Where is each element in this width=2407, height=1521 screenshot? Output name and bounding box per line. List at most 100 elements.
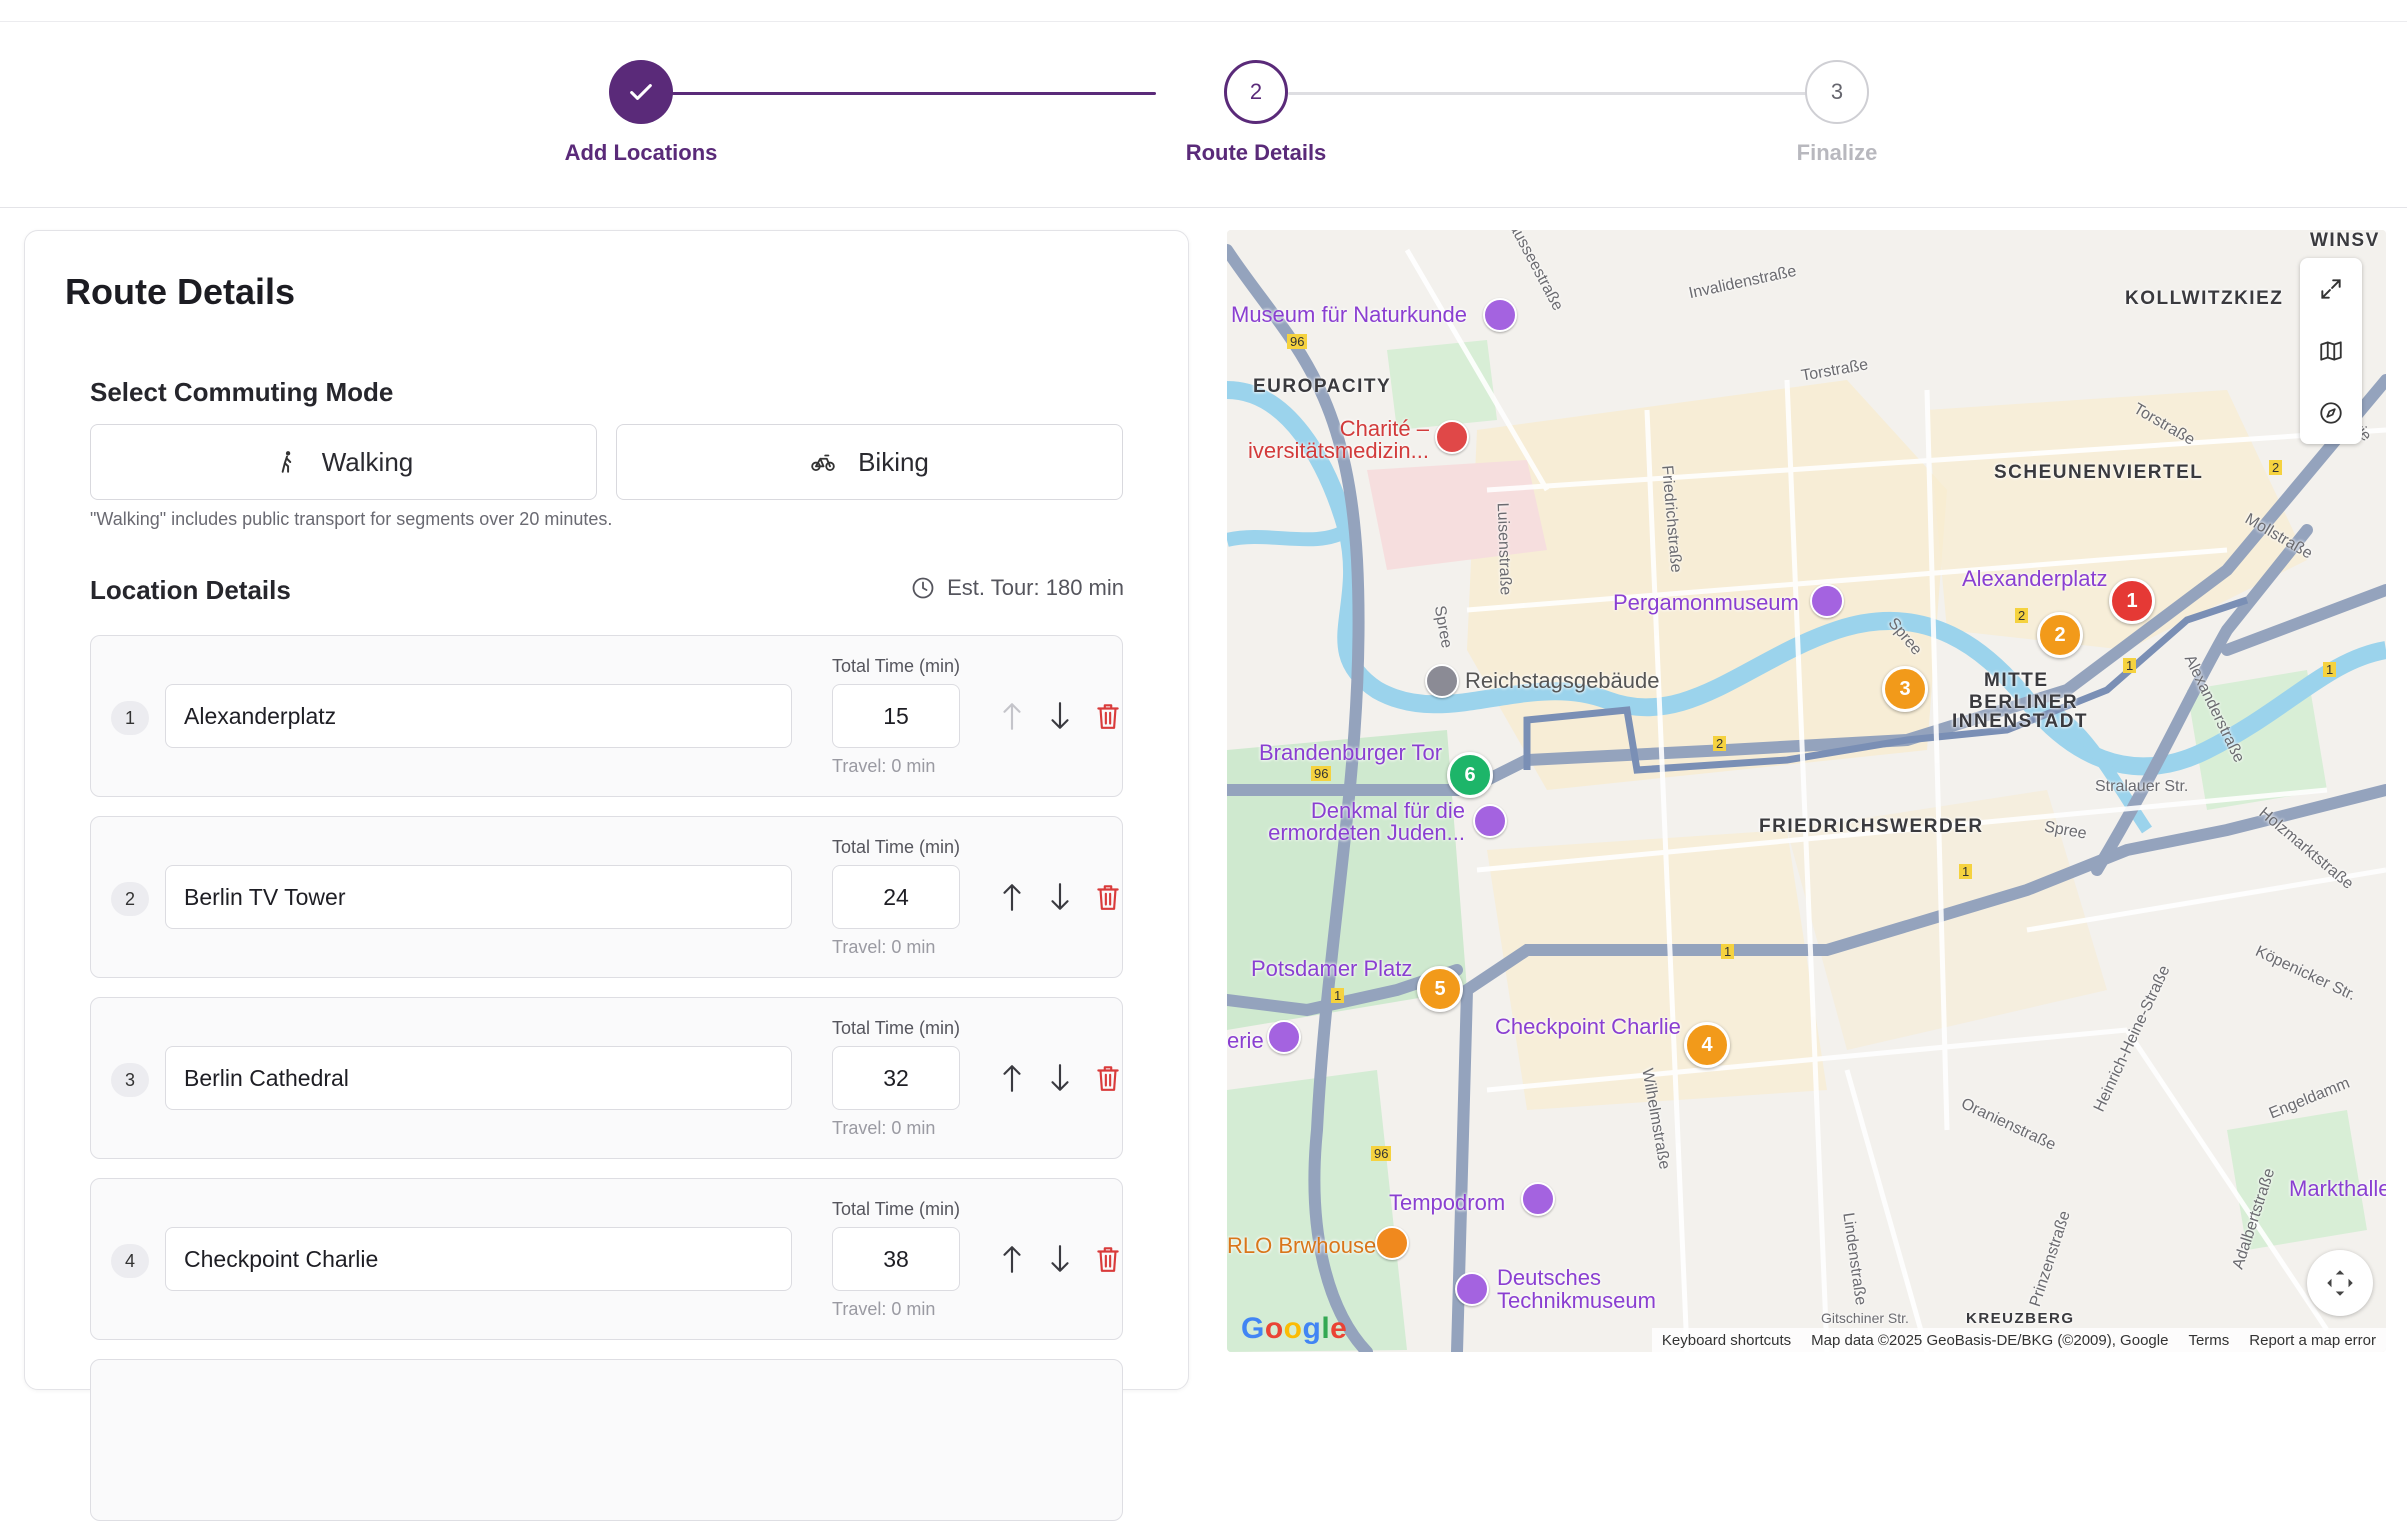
checkmark-icon xyxy=(630,84,652,100)
fullscreen-button[interactable] xyxy=(2300,258,2362,320)
street-label: Gitschiner Str. xyxy=(1821,1310,1909,1326)
area-label: SCHEUNENVIERTEL xyxy=(1994,462,2204,483)
museum-icon xyxy=(1483,298,1517,332)
map-data-text: Map data ©2025 GeoBasis-DE/BKG (©2009), … xyxy=(1811,1331,2169,1349)
arrow-down-icon xyxy=(1051,883,1069,910)
street-label: Stralauer Str. xyxy=(2095,778,2189,795)
arrow-up-icon xyxy=(1003,703,1021,730)
move-down-button[interactable] xyxy=(1044,1062,1076,1094)
delete-button[interactable] xyxy=(1092,1062,1124,1094)
route-marker-5[interactable]: 5 xyxy=(1417,966,1463,1012)
poi-alexanderplatz[interactable]: Alexanderplatz xyxy=(1962,566,2108,592)
arrow-up-icon xyxy=(1003,1065,1021,1092)
travel-time: Travel: 0 min xyxy=(832,937,936,957)
poi-technikmuseum[interactable]: Deutsches Technikmuseum xyxy=(1497,1266,1656,1312)
bike-icon xyxy=(811,454,835,472)
route-marker-3[interactable]: 3 xyxy=(1882,666,1928,712)
route-marker-1[interactable]: 1 xyxy=(2109,578,2155,624)
step-3-circle[interactable]: 3 xyxy=(1805,60,1869,124)
delete-button[interactable] xyxy=(1092,1243,1124,1275)
total-time-label: Total Time (min) xyxy=(832,1199,961,1219)
poi-brandenburger[interactable]: Brandenburger Tor xyxy=(1259,740,1442,766)
arrow-up-icon xyxy=(1003,1246,1021,1273)
map-icon xyxy=(2320,341,2342,361)
walking-mode-button[interactable]: Walking xyxy=(90,424,597,500)
route-marker-2[interactable]: 2 xyxy=(2037,612,2083,658)
google-logo: Google xyxy=(1241,1312,1348,1345)
move-up-button[interactable] xyxy=(996,881,1028,913)
location-details-title: Location Details xyxy=(90,575,291,605)
road-badge: 96 xyxy=(1311,766,1332,781)
total-time-input[interactable]: 24 xyxy=(832,865,960,929)
compass-button[interactable] xyxy=(2300,382,2362,444)
expand-icon xyxy=(2321,279,2341,299)
walking-label: Walking xyxy=(321,446,414,477)
travel-time: Travel: 0 min xyxy=(832,756,936,776)
arrow-down-icon xyxy=(1051,1064,1069,1091)
step-1-circle[interactable] xyxy=(609,60,673,124)
biking-mode-button[interactable]: Biking xyxy=(616,424,1123,500)
location-card-partial xyxy=(90,1359,1123,1521)
area-label: FRIEDRICHSWERDER xyxy=(1759,816,1984,837)
poi-tempodrom[interactable]: Tempodrom xyxy=(1389,1190,1505,1216)
road-badge: 1 xyxy=(1331,988,1345,1003)
commute-mode-title: Select Commuting Mode xyxy=(90,377,394,407)
poi-pergamon[interactable]: Pergamonmuseum xyxy=(1613,590,1799,616)
delete-button[interactable] xyxy=(1092,700,1124,732)
pan-control[interactable] xyxy=(2307,1250,2373,1316)
location-card: 2 Berlin TV Tower Total Time (min) 24 Tr… xyxy=(90,816,1123,978)
landmark-icon xyxy=(1425,664,1459,698)
map-base xyxy=(1227,230,2386,1352)
move-down-button[interactable] xyxy=(1044,881,1076,913)
map-view[interactable]: EUROPACITY KOLLWITZKIEZ SCHEUNENVIERTEL … xyxy=(1227,230,2386,1352)
street-label: Luisenstraße xyxy=(1493,502,1514,596)
panel-title: Route Details xyxy=(65,271,296,312)
poi-charite[interactable]: Charité – iversitätsmedizin... xyxy=(1229,418,1429,462)
poi-markthalle[interactable]: Markthalle xyxy=(2289,1176,2386,1202)
poi-checkpoint[interactable]: Checkpoint Charlie xyxy=(1495,1014,1681,1040)
poi-brwhouse[interactable]: RLO Brwhouse xyxy=(1227,1233,1376,1259)
progress-stepper: Add Locations 2 Route Details 3 Finalize xyxy=(0,22,2407,208)
step-3-number: 3 xyxy=(1830,79,1844,104)
move-down-button[interactable] xyxy=(1044,1243,1076,1275)
area-label: WINSV xyxy=(2310,230,2380,251)
map-type-button[interactable] xyxy=(2300,320,2362,382)
move-up-button[interactable] xyxy=(996,1243,1028,1275)
poi-reichstag[interactable]: Reichstagsgebäude xyxy=(1465,668,1659,694)
route-marker-6[interactable]: 6 xyxy=(1447,752,1493,798)
travel-time: Travel: 0 min xyxy=(832,1118,936,1138)
step-2-label: Route Details xyxy=(1185,140,1327,165)
trash-icon xyxy=(1097,1247,1119,1272)
move-up-button[interactable] xyxy=(996,1062,1028,1094)
step-2-circle[interactable]: 2 xyxy=(1224,60,1288,124)
trash-icon xyxy=(1097,885,1119,910)
route-marker-4[interactable]: 4 xyxy=(1684,1022,1730,1068)
terms-link[interactable]: Terms xyxy=(2188,1332,2229,1349)
poi-denkmal[interactable]: Denkmal für die ermordeten Juden... xyxy=(1265,800,1465,844)
poi-museum-naturkunde[interactable]: Museum für Naturkunde xyxy=(1231,302,1467,328)
hospital-icon xyxy=(1435,420,1469,454)
arrow-down-icon xyxy=(1051,1245,1069,1272)
poi-erie[interactable]: erie xyxy=(1227,1028,1264,1054)
poi-potsdamer[interactable]: Potsdamer Platz xyxy=(1251,956,1412,982)
location-name-input[interactable]: Alexanderplatz xyxy=(165,684,792,748)
location-name-input[interactable]: Berlin Cathedral xyxy=(165,1046,792,1110)
area-label: KREUZBERG xyxy=(1966,1310,2075,1327)
road-badge: 1 xyxy=(2123,658,2137,673)
clock-icon xyxy=(912,577,934,599)
estimated-tour-text: Est. Tour: 180 min xyxy=(947,575,1124,600)
keyboard-shortcuts-link[interactable]: Keyboard shortcuts xyxy=(1662,1332,1791,1349)
estimated-tour: Est. Tour: 180 min xyxy=(911,575,1124,601)
report-error-link[interactable]: Report a map error xyxy=(2249,1332,2376,1349)
commute-hint: "Walking" includes public transport for … xyxy=(90,509,613,529)
location-name-input[interactable]: Berlin TV Tower xyxy=(165,865,792,929)
road-badge: 2 xyxy=(2269,460,2283,475)
location-name-input[interactable]: Checkpoint Charlie xyxy=(165,1227,792,1291)
total-time-input[interactable]: 15 xyxy=(832,684,960,748)
total-time-input[interactable]: 38 xyxy=(832,1227,960,1291)
location-index: 2 xyxy=(111,882,149,916)
total-time-input[interactable]: 32 xyxy=(832,1046,960,1110)
move-up-button[interactable] xyxy=(996,700,1028,732)
delete-button[interactable] xyxy=(1092,881,1124,913)
move-down-button[interactable] xyxy=(1044,700,1076,732)
